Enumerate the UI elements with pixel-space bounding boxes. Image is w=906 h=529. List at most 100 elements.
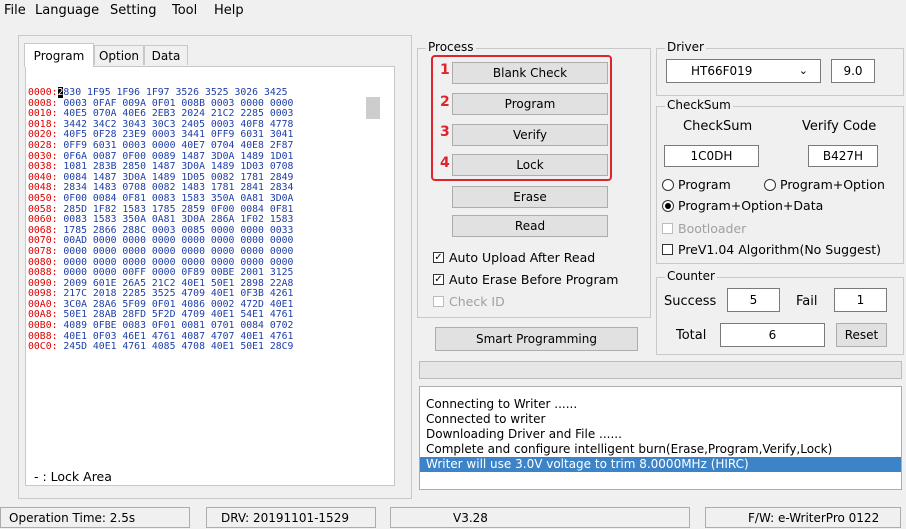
hex-address: 0088: [28, 267, 58, 279]
hex-bytes: 0F6A 0087 0F00 0089 1487 3D0A 1489 1D01 [63, 150, 294, 162]
hex-bytes: 0003 0FAF 009A 0F01 008B 0003 0000 0000 [63, 97, 294, 109]
hex-address: 00A0: [28, 298, 58, 310]
hex-bytes: 0083 1583 350A 0A81 3D0A 286A 1F02 1583 [63, 214, 294, 226]
menu-setting[interactable]: Setting [110, 3, 157, 18]
hex-address: 0068: [28, 224, 58, 236]
hex-bytes: 0000 0000 0000 0000 0000 0000 0000 0000 [63, 245, 294, 257]
empty-checkbox-icon [433, 296, 444, 307]
step-number-2: 2 [440, 94, 450, 110]
check-mark-icon: ✓ [433, 273, 444, 285]
tab-option[interactable]: Option [94, 45, 144, 65]
verify-code-label: Verify Code [802, 119, 877, 134]
check-id-checkbox[interactable]: Check ID [433, 294, 505, 309]
prev104-checkbox[interactable]: PreV1.04 Algorithm(No Suggest) [662, 242, 881, 257]
hex-address: 0048: [28, 182, 58, 194]
hex-address: 0098: [28, 288, 58, 300]
hex-address: 00C0: [28, 341, 58, 353]
log-line-selected[interactable]: Writer will use 3.0V voltage to trim 8.0… [420, 457, 901, 472]
process-title: Process [426, 40, 476, 54]
hex-address: 0028: [28, 139, 58, 151]
hex-address: 0070: [28, 235, 58, 247]
hex-address: 0050: [28, 192, 58, 204]
checksum-label: CheckSum [683, 119, 753, 134]
hex-address: 0010: [28, 108, 58, 120]
log-line: Complete and configure intelligent burn(… [426, 442, 833, 456]
hex-bytes: 2834 1483 0708 0082 1483 1781 2841 2834 [63, 182, 294, 194]
smart-programming-button[interactable]: Smart Programming [435, 327, 638, 351]
radio-program-option[interactable]: Program+Option [764, 177, 885, 192]
hex-bytes: 40F5 0F28 23E9 0003 3441 0FF9 6031 3041 [63, 129, 294, 141]
menu-help[interactable]: Help [214, 3, 244, 18]
step-number-4: 4 [440, 155, 450, 171]
status-version: V3.28 [390, 507, 690, 528]
fail-value: 1 [834, 288, 887, 312]
checksum-title: CheckSum [665, 98, 733, 112]
radio-program[interactable]: Program [662, 177, 731, 192]
hex-scrollbar-thumb[interactable] [366, 97, 380, 119]
hex-bytes: 4089 0FBE 0083 0F01 0081 0701 0084 0702 [63, 320, 294, 332]
log-line: Downloading Driver and File ...... [426, 427, 622, 441]
radio-program-option-data[interactable]: Program+Option+Data [662, 198, 823, 213]
chevron-down-icon: ⌄ [798, 64, 808, 77]
empty-checkbox-icon [662, 244, 673, 255]
menu-bar: File Language Setting Tool Help [0, 0, 906, 22]
hex-address: 0040: [28, 171, 58, 183]
hex-address: 0030: [28, 150, 58, 162]
checksum-value: 1C0DH [664, 145, 759, 167]
auto-erase-checkbox[interactable]: ✓ Auto Erase Before Program [433, 272, 618, 287]
hex-lines: 0000:2830 1F95 1F96 1F97 3526 3525 3026 … [28, 87, 294, 353]
progress-bar [419, 361, 902, 379]
tab-program[interactable]: Program [24, 43, 94, 67]
hex-bytes: 3442 34C2 3043 30C3 2405 0003 40F8 4778 [63, 118, 294, 130]
menu-tool[interactable]: Tool [172, 3, 197, 18]
menu-file[interactable]: File [4, 3, 26, 18]
empty-checkbox-icon [662, 223, 673, 234]
hex-address: 0008: [28, 97, 58, 109]
hex-bytes: 3C0A 28A6 5F09 0F01 4086 0002 472D 40E1 [63, 298, 294, 310]
erase-button[interactable]: Erase [452, 186, 608, 208]
hex-bytes: 1785 2866 288C 0003 0085 0000 0000 0033 [63, 224, 294, 236]
hex-address: 00B8: [28, 330, 58, 342]
verify-code-value: B427H [808, 145, 878, 167]
hex-bytes: 0FF9 6031 0003 0000 40E7 0704 40E8 2F87 [63, 139, 294, 151]
hex-address: 0038: [28, 161, 58, 173]
hex-bytes: 40E5 070A 40E6 2EB3 2024 21C2 2285 0003 [63, 108, 294, 120]
hex-address: 0020: [28, 129, 58, 141]
radio-off-icon [764, 178, 776, 191]
check-mark-icon: ✓ [433, 251, 444, 263]
reset-button[interactable]: Reset [836, 323, 887, 347]
hex-bytes: 40E1 0F03 46E1 4761 4087 4707 40E1 4761 [63, 330, 294, 342]
counter-title: Counter [665, 269, 717, 283]
program-button[interactable]: Program [452, 93, 608, 115]
blank-check-button[interactable]: Blank Check [452, 62, 608, 84]
lock-button[interactable]: Lock [452, 154, 608, 176]
hex-address: 0080: [28, 256, 58, 268]
hex-address: 00B0: [28, 320, 58, 332]
step-number-3: 3 [440, 124, 450, 140]
total-label: Total [676, 328, 707, 343]
radio-on-icon [662, 199, 674, 212]
success-label: Success [664, 294, 717, 309]
menu-language[interactable]: Language [35, 3, 99, 18]
hex-bytes: 0084 1487 3D0A 1489 1D05 0082 1781 2849 [63, 171, 294, 183]
hex-address: 0078: [28, 245, 58, 257]
log-line: Connected to writer [426, 412, 546, 426]
auto-upload-checkbox[interactable]: ✓ Auto Upload After Read [433, 250, 595, 265]
hex-bytes: 245D 40E1 4761 4085 4708 40E1 50E1 28C9 [63, 341, 294, 353]
driver-version-field[interactable]: 9.0 [831, 59, 875, 83]
lock-area-legend: - : Lock Area [34, 469, 112, 484]
radio-off-icon [662, 178, 674, 191]
hex-bytes: 217C 2018 2285 3525 4709 40E1 0F3B 4261 [63, 288, 294, 300]
hex-bytes: 1081 283B 2850 1487 3D0A 1489 1D03 0708 [63, 161, 294, 173]
hex-bytes: 2009 601E 26A5 21C2 40E1 50E1 2898 22A8 [63, 277, 294, 289]
tab-data[interactable]: Data [144, 45, 188, 65]
read-button[interactable]: Read [452, 215, 608, 237]
bootloader-checkbox[interactable]: Bootloader [662, 221, 746, 236]
status-firmware: F/W: e-WriterPro 0122 [705, 507, 901, 528]
hex-address: 0090: [28, 277, 58, 289]
verify-button[interactable]: Verify [452, 124, 608, 146]
driver-select[interactable]: HT66F019 ⌄ [666, 59, 821, 83]
hex-viewer[interactable]: 0000:2830 1F95 1F96 1F97 3526 3525 3026 … [25, 66, 395, 486]
hex-address: 0018: [28, 118, 58, 130]
log-list[interactable]: Connecting to Writer ...... Connected to… [419, 386, 902, 490]
